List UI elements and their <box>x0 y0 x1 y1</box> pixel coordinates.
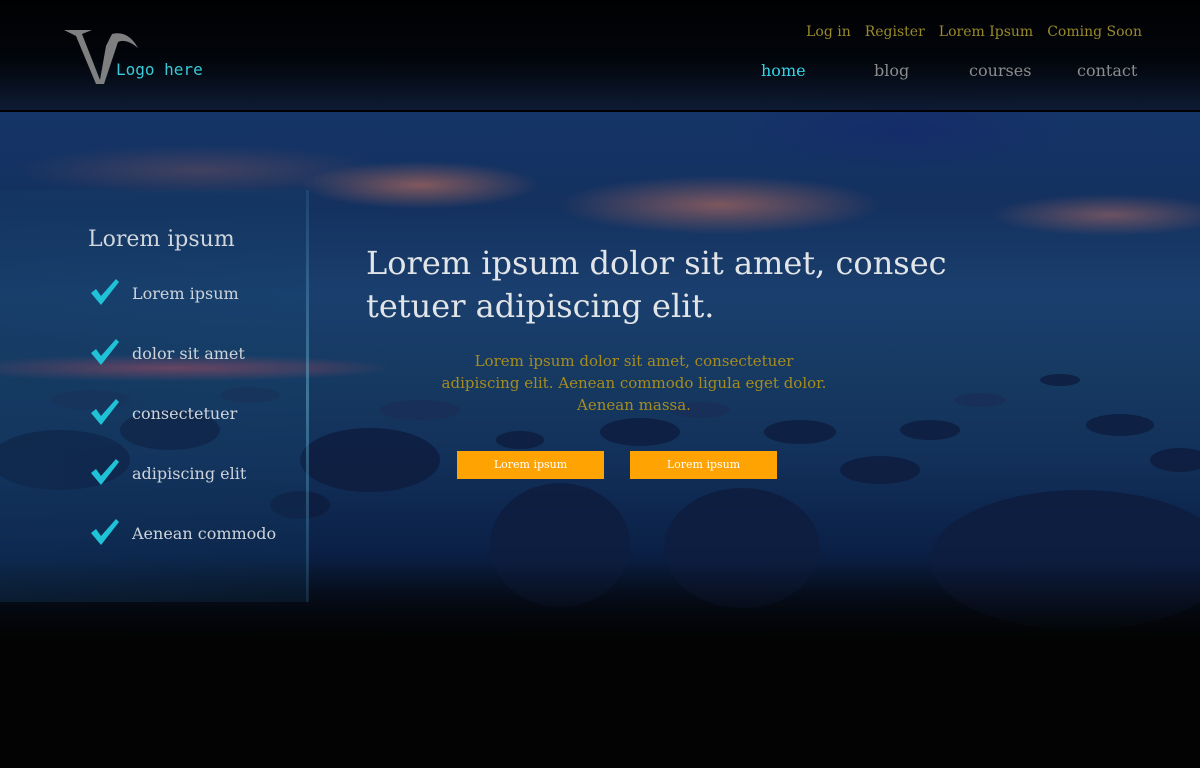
checklist-item: adipiscing elit <box>90 458 310 488</box>
checklist-item-label: Aenean commodo <box>132 524 277 543</box>
page: Logo here Log in Register Lorem Ipsum Co… <box>0 0 1200 768</box>
hero-title-line: Lorem ipsum dolor sit amet, consec <box>366 244 947 282</box>
checkmark-icon <box>91 279 119 305</box>
hero-title-line: tetuer adipiscing elit. <box>366 287 715 325</box>
hero-description: Lorem ipsum dolor sit amet, consectetuer… <box>432 350 836 416</box>
nav-blog[interactable]: blog <box>874 61 909 80</box>
nav-contact[interactable]: contact <box>1077 61 1137 80</box>
utility-nav: Log in Register Lorem Ipsum Coming Soon <box>806 24 1142 40</box>
checkmark-icon <box>91 519 119 545</box>
checklist-item-label: consectetuer <box>132 404 238 423</box>
secondary-cta-button[interactable]: Lorem ipsum <box>630 451 777 479</box>
checklist-item: consectetuer <box>90 398 310 428</box>
checkmark-icon <box>91 459 119 485</box>
checklist-item: dolor sit amet <box>90 338 310 368</box>
lorem-ipsum-link[interactable]: Lorem Ipsum <box>939 24 1033 40</box>
checklist-item-label: adipiscing elit <box>132 464 247 483</box>
nav-home[interactable]: home <box>761 61 806 80</box>
coming-soon-link[interactable]: Coming Soon <box>1047 24 1142 40</box>
hero-description-line: Aenean massa. <box>577 396 691 414</box>
site-header: Logo here Log in Register Lorem Ipsum Co… <box>0 0 1200 112</box>
register-link[interactable]: Register <box>865 24 925 40</box>
checkmark-icon <box>91 339 119 365</box>
nav-courses[interactable]: courses <box>969 61 1031 80</box>
checklist-item-label: Lorem ipsum <box>132 284 239 303</box>
hero-description-line: adipiscing elit. Aenean commodo ligula e… <box>441 374 827 392</box>
primary-cta-button[interactable]: Lorem ipsum <box>457 451 604 479</box>
hero-description-line: Lorem ipsum dolor sit amet, consectetuer <box>474 352 794 370</box>
main-nav: home blog courses contact <box>0 61 1200 85</box>
login-link[interactable]: Log in <box>806 24 851 40</box>
hero-title: Lorem ipsum dolor sit amet, consec tetue… <box>366 242 966 328</box>
sidebar-title: Lorem ipsum <box>88 227 235 252</box>
checklist-item-label: dolor sit amet <box>132 344 245 363</box>
checklist-item: Aenean commodo <box>90 518 310 548</box>
checkmark-icon <box>91 399 119 425</box>
checklist-item: Lorem ipsum <box>90 278 310 308</box>
